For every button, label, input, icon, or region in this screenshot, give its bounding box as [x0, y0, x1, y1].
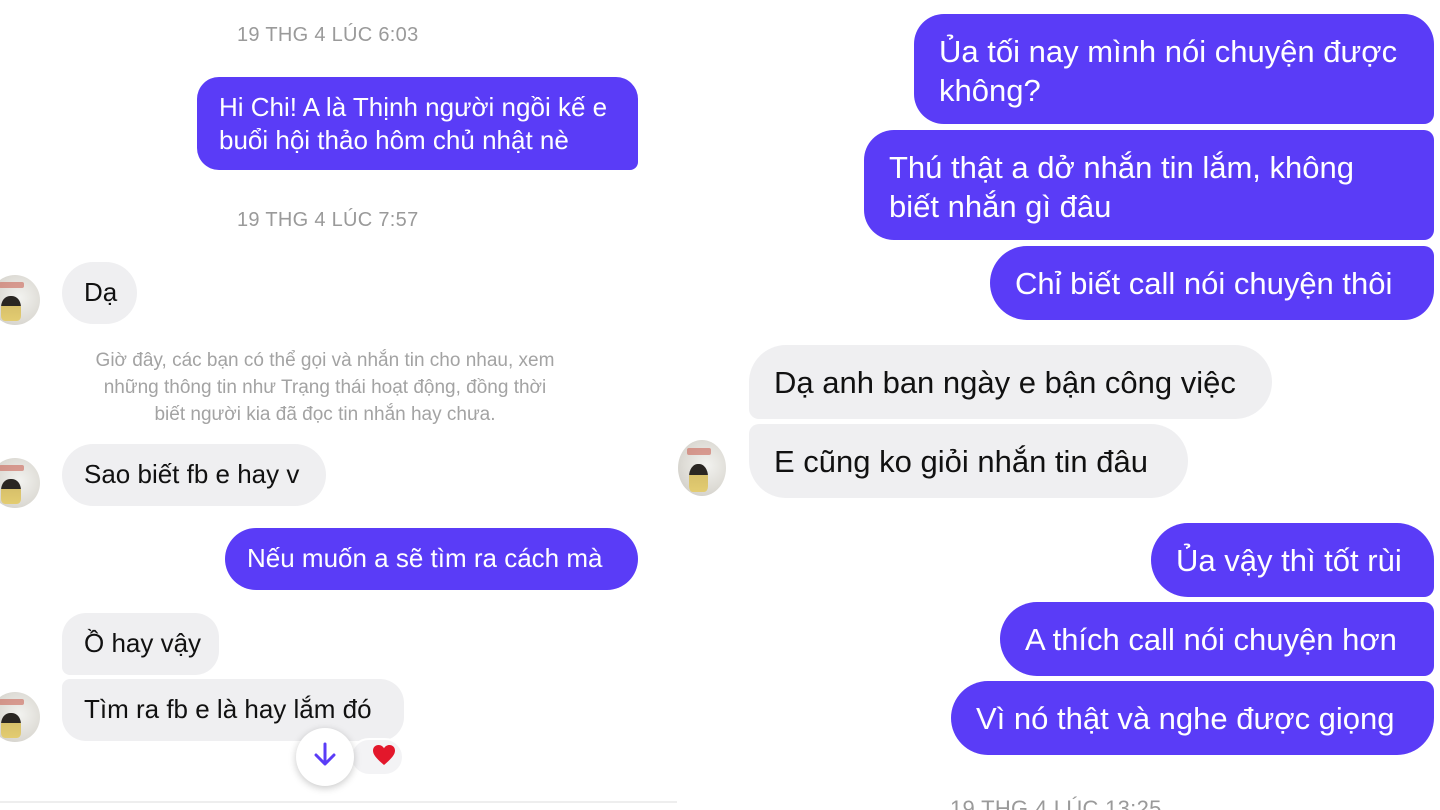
- notice-line: Giờ đây, các bạn có thể gọi và nhắn tin …: [95, 350, 555, 371]
- message-text-line: Ủa tối nay mình nói chuyện được: [939, 34, 1398, 69]
- incoming-message[interactable]: Ồ hay vậy: [62, 613, 219, 675]
- message-text: Dạ anh ban ngày e bận công việc: [774, 365, 1236, 400]
- timestamp: 19 THG 4 LÚC 6:03: [237, 24, 419, 46]
- message-text: Vì nó thật và nghe được giọng: [976, 701, 1395, 736]
- message-text: Nếu muốn a sẽ tìm ra cách mà: [247, 543, 603, 573]
- incoming-message[interactable]: Dạ: [62, 262, 137, 324]
- outgoing-message[interactable]: Vì nó thật và nghe được giọng: [951, 681, 1434, 755]
- message-text-line: buổi hội thảo hôm chủ nhật nè: [219, 125, 569, 155]
- message-text: E cũng ko giỏi nhắn tin đâu: [774, 444, 1148, 479]
- incoming-message[interactable]: Dạ anh ban ngày e bận công việc: [749, 345, 1272, 419]
- message-text-line: không?: [939, 73, 1041, 108]
- connection-notice: Giờ đây, các bạn có thể gọi và nhắn tin …: [60, 347, 590, 428]
- chat-panel-right: Ủa tối nay mình nói chuyện được không? T…: [678, 0, 1440, 810]
- incoming-message[interactable]: E cũng ko giỏi nhắn tin đâu: [749, 424, 1188, 498]
- timestamp: 19 THG 4 LÚC 7:57: [237, 209, 419, 231]
- chat-panel-left: 19 THG 4 LÚC 6:03 Hi Chi! A là Thịnh ngư…: [0, 0, 678, 810]
- outgoing-message[interactable]: Ủa tối nay mình nói chuyện được không?: [914, 14, 1434, 124]
- message-reaction[interactable]: [350, 738, 404, 776]
- message-text-line: biết nhắn gì đâu: [889, 189, 1112, 224]
- outgoing-message[interactable]: A thích call nói chuyện hơn: [1000, 602, 1434, 676]
- outgoing-message[interactable]: Chỉ biết call nói chuyện thôi: [990, 246, 1434, 320]
- contact-avatar[interactable]: [0, 458, 40, 508]
- contact-avatar[interactable]: [678, 440, 726, 496]
- message-text: Chỉ biết call nói chuyện thôi: [1015, 266, 1393, 301]
- heart-icon: [372, 744, 396, 771]
- outgoing-message[interactable]: Ủa vậy thì tốt rùi: [1151, 523, 1434, 597]
- outgoing-message[interactable]: Thú thật a dở nhắn tin lắm, không biết n…: [864, 130, 1434, 240]
- message-text: A thích call nói chuyện hơn: [1025, 622, 1397, 657]
- notice-line: những thông tin như Trạng thái hoạt động…: [103, 377, 547, 398]
- message-text-line: Hi Chi! A là Thịnh người ngồi kế e: [219, 92, 608, 122]
- incoming-message[interactable]: Tìm ra fb e là hay lắm đó: [62, 679, 404, 741]
- message-text: Ủa vậy thì tốt rùi: [1176, 543, 1402, 578]
- arrow-down-icon: [313, 742, 337, 773]
- message-text: Ồ hay vậy: [84, 628, 202, 658]
- composer-divider: [0, 801, 678, 803]
- timestamp: 19 THG 4 LÚC 13:25: [950, 796, 1162, 810]
- message-text: Sao biết fb e hay v: [84, 459, 300, 489]
- message-text: Tìm ra fb e là hay lắm đó: [84, 694, 372, 724]
- outgoing-message[interactable]: Nếu muốn a sẽ tìm ra cách mà: [225, 528, 638, 590]
- contact-avatar[interactable]: [0, 275, 40, 325]
- scroll-to-bottom-button[interactable]: [296, 728, 354, 786]
- message-text: Dạ: [84, 277, 118, 307]
- incoming-message[interactable]: Sao biết fb e hay v: [62, 444, 326, 506]
- outgoing-message[interactable]: Hi Chi! A là Thịnh người ngồi kế e buổi …: [197, 77, 638, 170]
- contact-avatar[interactable]: [0, 692, 40, 742]
- notice-line: biết người kia đã đọc tin nhắn hay chưa.: [154, 404, 496, 425]
- message-text-line: Thú thật a dở nhắn tin lắm, không: [889, 150, 1354, 185]
